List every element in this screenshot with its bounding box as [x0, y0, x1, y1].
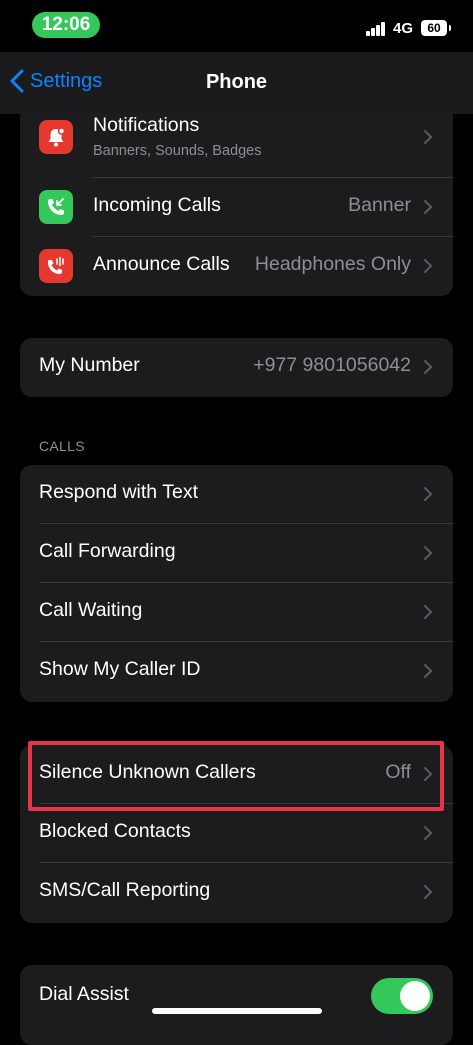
chevron-right-icon	[424, 664, 432, 678]
incoming-call-icon	[39, 190, 73, 224]
dial-assist-row: Dial Assist	[20, 965, 453, 1027]
sms-call-reporting-row[interactable]: SMS/Call Reporting	[20, 863, 453, 922]
notifications-row[interactable]: Notifications Banners, Sounds, Badges	[20, 114, 453, 178]
status-bar: 12:06 4G 60	[0, 0, 473, 50]
status-time: 12:06	[32, 12, 100, 38]
chevron-right-icon	[424, 259, 432, 273]
call-forwarding-row[interactable]: Call Forwarding	[20, 524, 453, 583]
my-number-group: My Number +977 9801056042	[20, 338, 453, 397]
chevron-right-icon	[424, 546, 432, 560]
chevron-right-icon	[424, 130, 432, 144]
list-item-label: Call Forwarding	[39, 540, 176, 562]
list-item-label: Show My Caller ID	[39, 658, 201, 680]
chevron-right-icon	[424, 360, 432, 374]
announce-calls-value: Headphones Only	[254, 253, 411, 275]
chevron-right-icon	[424, 885, 432, 899]
incoming-calls-label: Incoming Calls	[93, 194, 221, 216]
notifications-group: Notifications Banners, Sounds, Badges In…	[20, 114, 453, 296]
list-item-label: Call Waiting	[39, 599, 143, 621]
my-number-label: My Number	[39, 354, 140, 376]
dial-assist-label: Dial Assist	[39, 983, 129, 1005]
announce-calls-label: Announce Calls	[93, 253, 230, 275]
dial-assist-group: Dial Assist	[20, 965, 453, 1045]
notifications-label: Notifications	[93, 114, 200, 136]
my-number-value: +977 9801056042	[253, 354, 411, 376]
home-indicator[interactable]	[152, 1008, 322, 1014]
sms-call-reporting-label: SMS/Call Reporting	[39, 879, 211, 901]
chevron-right-icon	[424, 826, 432, 840]
chevron-right-icon	[424, 487, 432, 501]
my-number-row[interactable]: My Number +977 9801056042	[20, 338, 453, 397]
blocked-contacts-row[interactable]: Blocked Contacts	[20, 804, 453, 863]
bell-icon	[39, 120, 73, 154]
list-item-label: Respond with Text	[39, 481, 198, 503]
network-type: 4G	[393, 20, 414, 37]
respond-with-text-row[interactable]: Respond with Text	[20, 465, 453, 524]
blocked-contacts-label: Blocked Contacts	[39, 820, 191, 842]
notifications-subtitle: Banners, Sounds, Badges	[93, 143, 262, 159]
announce-calls-row[interactable]: Announce Calls Headphones Only	[20, 237, 453, 296]
chevron-right-icon	[424, 605, 432, 619]
announce-call-icon	[39, 249, 73, 283]
call-waiting-row[interactable]: Call Waiting	[20, 583, 453, 642]
navigation-bar: Settings Phone	[0, 52, 473, 114]
incoming-calls-row[interactable]: Incoming Calls Banner	[20, 178, 453, 237]
page-title: Phone	[205, 71, 268, 93]
battery-icon: 60	[421, 20, 451, 36]
calls-section-header: CALLS	[39, 438, 85, 454]
highlight-box	[28, 741, 444, 811]
dial-assist-toggle[interactable]	[371, 978, 433, 1014]
show-caller-id-row[interactable]: Show My Caller ID	[20, 642, 453, 701]
chevron-right-icon	[424, 200, 432, 214]
calls-group: Respond with Text Call Forwarding Call W…	[20, 465, 453, 702]
toggle-knob	[400, 981, 430, 1011]
incoming-calls-value: Banner	[348, 194, 411, 216]
cellular-signal-icon	[366, 22, 386, 36]
